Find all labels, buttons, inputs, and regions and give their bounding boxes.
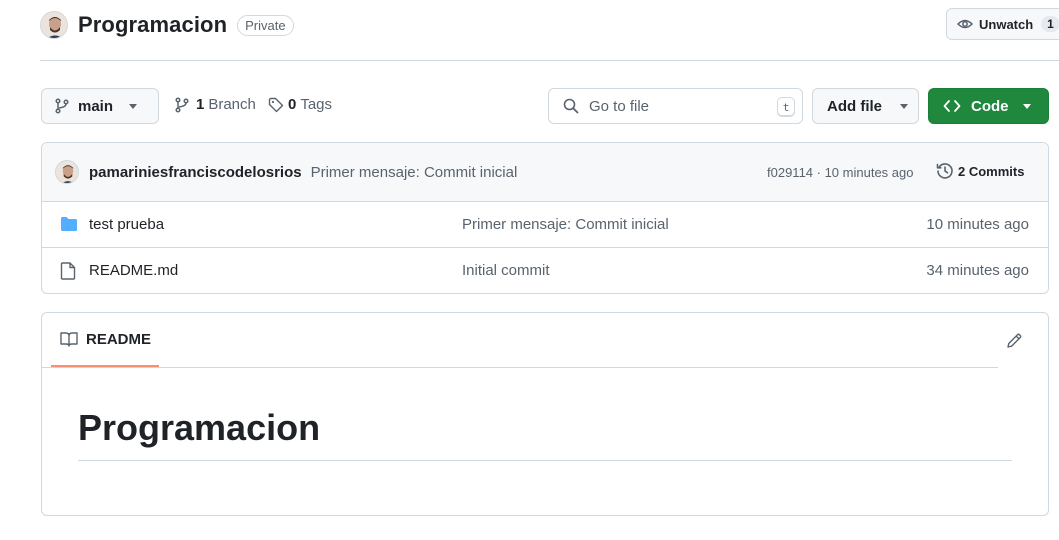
repo-name[interactable]: Programacion (78, 12, 227, 38)
search-placeholder: Go to file (589, 97, 650, 115)
branch-icon (55, 98, 69, 114)
code-icon (943, 100, 961, 112)
unwatch-label: Unwatch (979, 16, 1034, 32)
unwatch-button[interactable]: Unwatch 1 (946, 8, 1059, 40)
readme-heading: Programacion (78, 407, 321, 448)
branches-link[interactable]: 1 Branch (174, 96, 256, 113)
tab-divider (42, 367, 998, 368)
tab-readme[interactable]: README (51, 313, 159, 367)
chevron-down-icon (1022, 103, 1031, 109)
pencil-icon[interactable] (1005, 332, 1023, 350)
add-file-label: Add file (827, 97, 882, 115)
chevron-down-icon (900, 103, 908, 109)
repo-header: Programacion Private (40, 10, 294, 40)
commit-message-link[interactable]: Primer mensaje: Commit inicial (311, 164, 518, 181)
eye-icon (957, 19, 973, 29)
table-row[interactable]: test prueba Primer mensaje: Commit inici… (42, 202, 1048, 248)
branch-select-button[interactable]: main (41, 88, 159, 124)
commits-history-link[interactable]: 2 Commits (936, 162, 1024, 180)
file-time: 10 minutes ago (926, 216, 1029, 233)
history-icon (936, 163, 953, 179)
add-file-button[interactable]: Add file (812, 88, 919, 124)
file-name-link[interactable]: README.md (89, 262, 178, 279)
table-row[interactable]: README.md Initial commit 34 minutes ago (42, 248, 1048, 293)
file-icon (60, 262, 76, 280)
latest-commit-bar: pamariniesfranciscodelosrios Primer mens… (42, 143, 1048, 202)
author-avatar[interactable] (55, 160, 79, 184)
file-time: 34 minutes ago (926, 262, 1029, 279)
header-divider (40, 60, 1059, 61)
code-button[interactable]: Code (928, 88, 1049, 124)
search-icon (563, 98, 579, 114)
book-icon (60, 332, 78, 347)
readme-tab-label: README (86, 330, 152, 348)
readme-panel: README Programacion (41, 312, 1049, 516)
go-to-file-input[interactable]: Go to file t (548, 88, 803, 124)
file-name-link[interactable]: test prueba (89, 216, 164, 233)
code-label: Code (971, 97, 1009, 115)
file-commit-link[interactable]: Primer mensaje: Commit inicial (462, 216, 669, 233)
owner-avatar[interactable] (40, 11, 68, 39)
commit-author-link[interactable]: pamariniesfranciscodelosrios (89, 164, 302, 181)
branch-icon (175, 96, 189, 113)
branch-count: 1 (196, 96, 205, 113)
watch-count: 1 (1041, 16, 1059, 32)
commits-count: 2 Commits (958, 163, 1025, 179)
chevron-down-icon (129, 103, 138, 109)
branch-word: Branch (208, 96, 256, 113)
heading-divider (78, 460, 1012, 461)
folder-icon (61, 217, 77, 231)
keyboard-shortcut: t (777, 97, 795, 117)
tag-word: Tags (300, 96, 333, 113)
visibility-badge: Private (237, 14, 294, 36)
file-commit-link[interactable]: Initial commit (462, 262, 550, 279)
commit-hash-link[interactable]: f029114 · 10 minutes ago (767, 165, 913, 180)
tag-count: 0 (288, 96, 297, 113)
branch-name: main (78, 97, 114, 115)
tag-icon (268, 97, 284, 112)
tags-link[interactable]: 0 Tags (268, 96, 332, 113)
file-browser: pamariniesfranciscodelosrios Primer mens… (41, 142, 1049, 294)
